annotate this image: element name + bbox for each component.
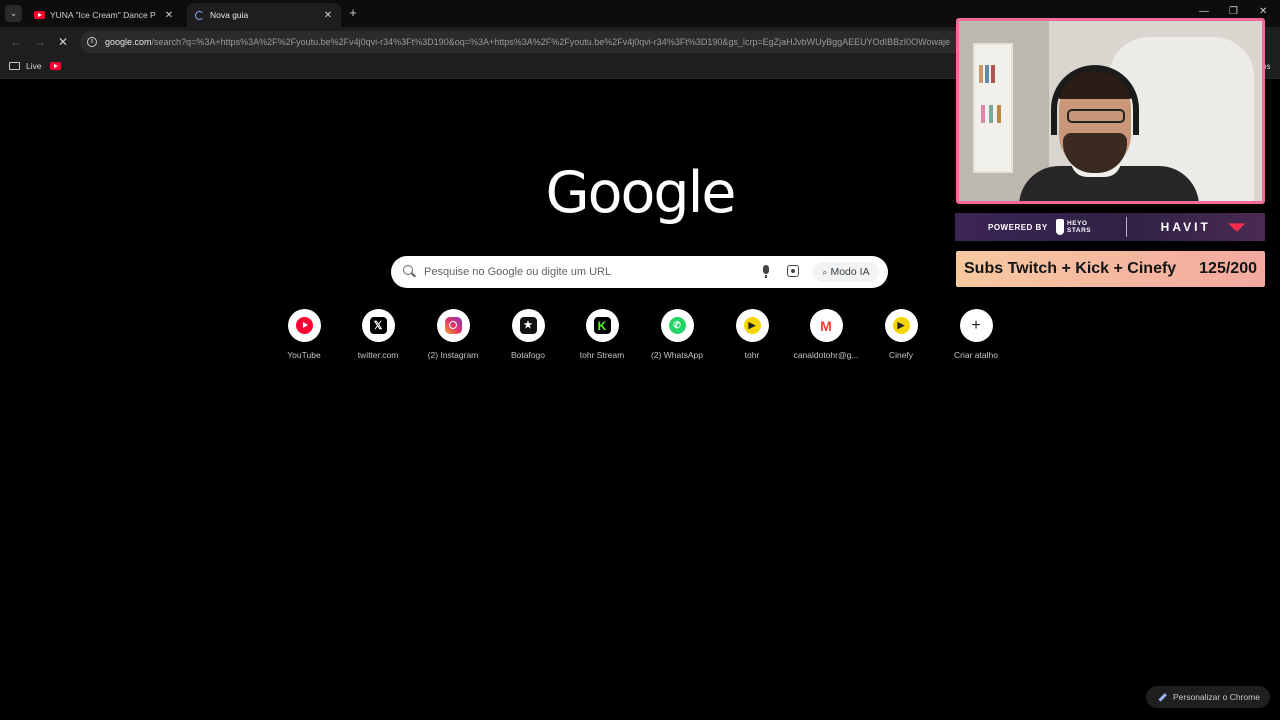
google-lens-icon[interactable]: [787, 265, 799, 277]
site-info-icon[interactable]: i: [87, 37, 97, 47]
shortcut-label: Cinefy: [888, 350, 914, 360]
shortcut-whatsapp[interactable]: ✆ (2) WhatsApp: [640, 309, 714, 360]
stop-loading-icon[interactable]: ✕: [58, 35, 68, 49]
shortcut-botafogo[interactable]: ★ Botafogo: [491, 309, 565, 360]
shortcut-add[interactable]: + Criar atalho: [939, 309, 1013, 360]
heyo-stars-label: HEYO STARS: [1067, 220, 1092, 234]
x-icon: 𝕏: [369, 317, 387, 334]
shortcut-tile: [287, 309, 321, 342]
shortcut-tile: ▶: [884, 309, 918, 342]
loading-spinner-icon: [195, 10, 204, 20]
youtube-icon[interactable]: [50, 62, 61, 70]
shortcut-cinefy[interactable]: ▶ Cinefy: [864, 309, 938, 360]
book: [997, 105, 1001, 123]
shortcut-tile: K: [585, 309, 619, 342]
forward-arrow-icon[interactable]: →: [34, 35, 46, 49]
book: [985, 65, 989, 83]
shortcut-twitter[interactable]: 𝕏 twitter.com: [341, 309, 415, 360]
microphone-icon[interactable]: [763, 265, 769, 278]
book: [991, 65, 995, 83]
tab-new-tab[interactable]: Nova guia ✕: [187, 3, 341, 27]
shortcut-tile: 𝕏: [361, 309, 395, 342]
tab-title: Nova guia: [210, 10, 249, 20]
google-logo: Google: [545, 160, 736, 226]
cinefy-icon: ▶: [743, 317, 761, 334]
minimize-icon[interactable]: —: [1199, 6, 1209, 17]
havit-logo: HAVIT: [1160, 220, 1211, 234]
shortcut-tile: ★: [511, 309, 545, 342]
heyo-stars-logo: HEYO STARS: [1055, 217, 1100, 237]
window-close-icon[interactable]: ✕: [1259, 6, 1267, 17]
search-icon: [403, 265, 413, 275]
new-tab-button[interactable]: +: [346, 6, 360, 20]
customize-label: Personalizar o Chrome: [1173, 692, 1260, 702]
powered-by-label: POWERED BY: [988, 222, 1048, 232]
divider: [1125, 217, 1127, 237]
shortcut-tile: M: [809, 309, 843, 342]
webcam-overlay: [956, 18, 1265, 204]
subs-goal-banner: Subs Twitch + Kick + Cinefy 125/200: [956, 251, 1265, 287]
restore-icon[interactable]: ❐: [1229, 6, 1238, 17]
shortcut-label: Criar atalho: [954, 350, 998, 360]
shortcut-youtube[interactable]: YouTube: [267, 309, 341, 360]
havit-mark-icon: ◥◤: [1228, 221, 1246, 233]
whatsapp-icon: ✆: [668, 317, 686, 334]
shortcut-tohr[interactable]: ▶ tohr: [715, 309, 789, 360]
close-icon[interactable]: ✕: [321, 10, 335, 21]
shortcut-instagram[interactable]: (2) Instagram: [416, 309, 490, 360]
sponsor-banner: POWERED BY HEYO STARS HAVIT ◥◤: [955, 213, 1265, 241]
shortcut-label: (2) Instagram: [427, 350, 479, 360]
book: [981, 105, 985, 123]
folder-icon: [9, 62, 20, 70]
bookmark-label: Live: [26, 61, 42, 71]
shortcut-tile: +: [959, 309, 993, 342]
bookshelf: [973, 43, 1013, 173]
subs-goal-count: 125/200: [1199, 260, 1257, 277]
shortcut-label: tohr Stream: [579, 350, 625, 360]
book: [979, 65, 983, 83]
pencil-icon: [1158, 692, 1167, 702]
ai-mode-label: Modo IA: [830, 266, 870, 278]
helmet-icon: [1055, 219, 1065, 235]
shortcut-label: twitter.com: [357, 350, 399, 360]
gmail-icon: M: [820, 317, 832, 334]
close-icon[interactable]: ✕: [162, 10, 176, 21]
shortcut-label: Botafogo: [510, 350, 546, 360]
shortcut-label: canaldotohr@g...: [793, 350, 859, 360]
shortcut-tile: ▶: [735, 309, 769, 342]
chevron-down-icon: ⌄: [9, 8, 18, 18]
ai-mode-button[interactable]: ⌕ Modo IA: [813, 262, 879, 282]
customize-chrome-button[interactable]: Personalizar o Chrome: [1146, 686, 1270, 708]
shortcut-tile: ✆: [660, 309, 694, 342]
search-input[interactable]: [424, 262, 744, 282]
tab-title: YUNA "Ice Cream" Dance P: [50, 10, 156, 20]
cinefy-icon: ▶: [892, 317, 910, 334]
search-box[interactable]: ⌕ Modo IA: [391, 256, 888, 288]
shortcut-label: tohr: [744, 350, 760, 360]
tab-search-button[interactable]: ⌄: [5, 5, 22, 22]
book: [989, 105, 993, 123]
back-arrow-icon[interactable]: ←: [10, 35, 22, 49]
instagram-icon: [444, 317, 462, 334]
shortcut-gmail[interactable]: M canaldotohr@g...: [789, 309, 863, 360]
shortcut-tohr-stream[interactable]: K tohr Stream: [565, 309, 639, 360]
tab-youtube[interactable]: YUNA "Ice Cream" Dance P ✕: [26, 3, 182, 27]
star-icon: ★: [519, 317, 537, 334]
shortcut-tile: [436, 309, 470, 342]
shortcut-label: YouTube: [287, 350, 321, 360]
youtube-icon: [34, 11, 45, 19]
youtube-icon: [295, 317, 313, 334]
bookmark-folder-live[interactable]: Live: [9, 61, 42, 71]
subs-goal-label: Subs Twitch + Kick + Cinefy: [964, 260, 1177, 277]
ai-search-icon: ⌕: [822, 266, 828, 277]
shortcut-label: (2) WhatsApp: [651, 350, 703, 360]
url-text: google.com/search?q=%3A+https%3A%2F%2Fyo…: [105, 37, 951, 47]
plus-icon: +: [971, 316, 981, 334]
kick-icon: K: [593, 317, 611, 334]
